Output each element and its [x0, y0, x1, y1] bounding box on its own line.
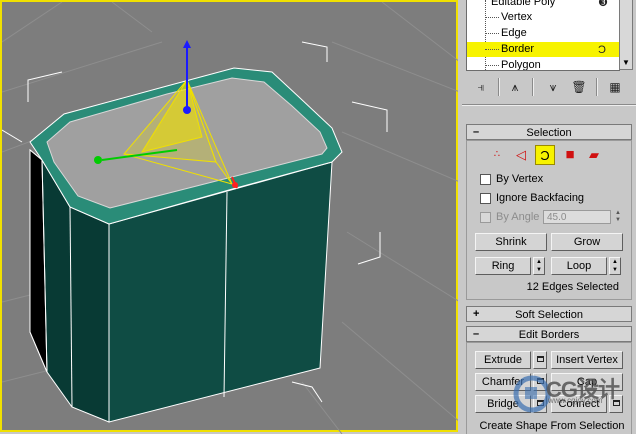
tree-connector: [485, 49, 499, 50]
toolbar-separator: [532, 78, 534, 96]
selection-rollout-header[interactable]: – Selection: [466, 124, 632, 140]
chamfer-settings-button[interactable]: [533, 373, 547, 391]
element-mode-icon[interactable]: ▰: [584, 145, 604, 165]
modifier-stack: Editable Poly ❸ Vertex Edge Border Ɔ Pol…: [466, 0, 620, 71]
bridge-settings-button[interactable]: [533, 395, 547, 413]
scene: [2, 2, 460, 434]
pin-stack-icon[interactable]: ⫣: [470, 76, 492, 98]
by-angle-spinner: ▲ ▼: [615, 210, 621, 223]
perspective-viewport[interactable]: [0, 0, 460, 434]
stack-item-vertex[interactable]: Vertex: [467, 10, 619, 25]
grow-button[interactable]: Grow: [551, 233, 623, 251]
polygon-mode-icon[interactable]: ■: [560, 145, 580, 165]
by-vertex-label: By Vertex: [496, 173, 544, 185]
edge-mode-icon[interactable]: ◁: [511, 145, 531, 165]
stack-item-polygon[interactable]: Polygon: [467, 58, 619, 71]
stack-toolbar: ⫣ ⩚ ⩛ 🗑 ▦: [466, 74, 634, 100]
ring-button[interactable]: Ring: [475, 257, 531, 275]
border-subobject-icon: Ɔ: [598, 44, 606, 56]
stack-item-label: Border: [501, 43, 535, 55]
ignore-backfacing-label: Ignore Backfacing: [496, 192, 585, 204]
remove-modifier-icon[interactable]: 🗑: [568, 76, 590, 98]
ignore-backfacing-checkbox[interactable]: [480, 193, 491, 204]
command-panel: Editable Poly ❸ Vertex Edge Border Ɔ Pol…: [462, 0, 636, 434]
toolbar-separator: [498, 78, 500, 96]
by-vertex-checkbox[interactable]: [480, 174, 491, 185]
expand-icon: +: [473, 308, 480, 320]
extrude-settings-button[interactable]: [533, 351, 547, 369]
bridge-button[interactable]: Bridge: [475, 395, 531, 413]
ring-spinner[interactable]: ▲ ▼: [533, 257, 545, 275]
edit-borders-rollout-header[interactable]: – Edit Borders: [466, 326, 632, 342]
settings-icon: [536, 356, 544, 363]
stack-item-border[interactable]: Border Ɔ: [467, 42, 619, 57]
insert-vertex-button[interactable]: Insert Vertex: [551, 351, 623, 369]
watermark-url: www.cgjoy.com: [548, 396, 603, 405]
scroll-down-icon[interactable]: ▼: [622, 58, 630, 67]
stack-item-edge[interactable]: Edge: [467, 26, 619, 41]
chamfer-button[interactable]: Chamfer: [475, 373, 531, 391]
rollout-title: Selection: [526, 127, 572, 139]
selection-rollout: ∴ ◁ Ɔ ■ ▰ By Vertex Ignore Backfacing By…: [466, 140, 632, 300]
configure-modifier-sets-icon[interactable]: ▦: [604, 76, 626, 98]
stack-item-editable-poly[interactable]: Editable Poly ❸: [467, 0, 619, 10]
by-angle-field: 45.0: [543, 210, 611, 224]
make-unique-icon[interactable]: ⩛: [542, 76, 564, 98]
collapse-icon: –: [473, 126, 480, 138]
tree-connector: [485, 65, 499, 66]
panel-divider: [462, 104, 636, 106]
rollout-title: Soft Selection: [515, 309, 583, 321]
rollout-title: Edit Borders: [518, 329, 580, 341]
border-mode-icon[interactable]: Ɔ: [535, 145, 555, 165]
create-shape-button[interactable]: Create Shape From Selection: [477, 419, 627, 433]
shrink-button[interactable]: Shrink: [475, 233, 547, 251]
show-end-result-icon[interactable]: ⩚: [504, 76, 526, 98]
loop-spinner[interactable]: ▲ ▼: [609, 257, 621, 275]
settings-icon: [536, 378, 544, 385]
tree-connector: [485, 33, 499, 34]
stack-item-label: Editable Poly: [491, 0, 556, 8]
by-angle-checkbox: [480, 212, 491, 223]
stack-item-label: Vertex: [501, 11, 533, 23]
stack-item-label: Edge: [501, 27, 527, 39]
settings-icon: [536, 400, 544, 407]
tree-connector: [485, 17, 499, 18]
stack-scrollbar[interactable]: ▼: [619, 0, 633, 70]
toolbar-separator: [596, 78, 598, 96]
collapse-icon: –: [473, 328, 480, 340]
by-angle-label: By Angle: [496, 211, 540, 223]
stack-item-label: Polygon: [501, 59, 541, 71]
loop-button[interactable]: Loop: [551, 257, 607, 275]
soft-selection-rollout-header[interactable]: + Soft Selection: [466, 306, 632, 322]
vertex-mode-icon[interactable]: ∴: [487, 145, 507, 165]
selection-status: 12 Edges Selected: [526, 281, 619, 293]
extrude-button[interactable]: Extrude: [475, 351, 531, 369]
